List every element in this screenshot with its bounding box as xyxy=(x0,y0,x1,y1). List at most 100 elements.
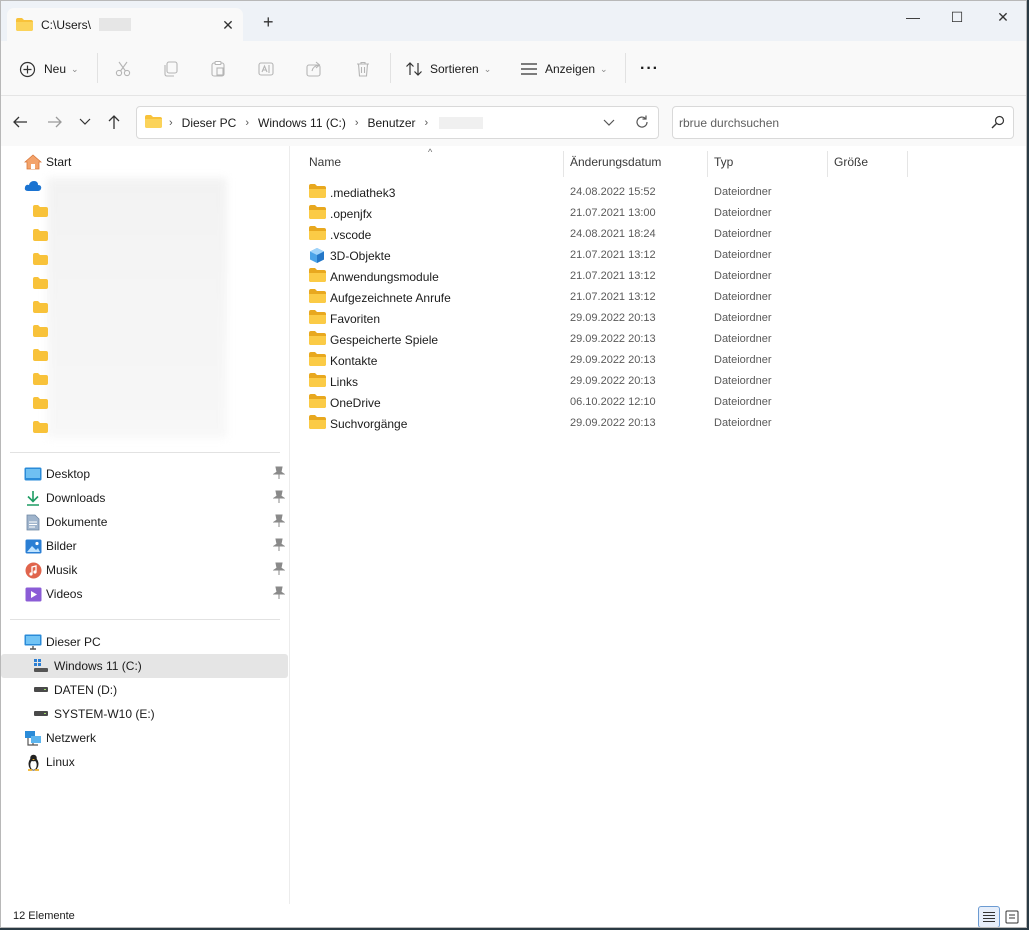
search-input[interactable]: rbrue durchsuchen xyxy=(672,106,1014,139)
up-button[interactable] xyxy=(104,112,124,132)
sidebar-item-pictures[interactable]: Bilder xyxy=(1,534,288,558)
sidebar-item-music[interactable]: Musik xyxy=(1,558,288,582)
column-divider[interactable] xyxy=(707,151,708,177)
sidebar-item-desktop[interactable]: Desktop xyxy=(1,462,288,486)
file-name: 3D-Objekte xyxy=(330,249,391,263)
table-row[interactable]: OneDrive 06.10.2022 12:10 Dateiordner xyxy=(303,392,903,413)
sidebar-item-network[interactable]: Netzwerk xyxy=(1,726,288,750)
close-window-button[interactable]: ✕ xyxy=(992,8,1014,26)
delete-icon[interactable] xyxy=(352,58,374,80)
chevron-right-icon: › xyxy=(354,117,359,129)
file-type: Dateiordner xyxy=(714,354,772,366)
table-row[interactable]: .openjfx 21.07.2021 13:00 Dateiordner xyxy=(303,203,903,224)
refresh-button[interactable] xyxy=(634,114,650,133)
sidebar-item-drive-e[interactable]: SYSTEM-W10 (E:) xyxy=(1,702,288,726)
table-row[interactable]: Anwendungsmodule 21.07.2021 13:12 Dateiord… xyxy=(303,266,903,287)
file-type: Dateiordner xyxy=(714,186,772,198)
maximize-button[interactable]: ☐ xyxy=(946,8,968,26)
address-bar[interactable]: › Dieser PC › Windows 11 (C:) › Benutzer… xyxy=(136,106,659,139)
table-row[interactable]: Links 29.09.2022 20:13 Dateiordner xyxy=(303,371,903,392)
file-type: Dateiordner xyxy=(714,312,772,324)
new-tab-button[interactable]: + xyxy=(263,13,274,31)
table-row[interactable]: Suchvorgänge 29.09.2022 20:13 Dateiordner xyxy=(303,413,903,434)
pin-icon[interactable] xyxy=(272,466,286,483)
sidebar-item-linux[interactable]: Linux xyxy=(1,750,288,774)
details-view-button[interactable] xyxy=(978,906,1000,927)
breadcrumb-users[interactable]: Benutzer xyxy=(368,116,416,130)
back-button[interactable] xyxy=(10,112,30,132)
column-divider[interactable] xyxy=(827,151,828,177)
pin-icon[interactable] xyxy=(272,538,286,555)
tab-close-button[interactable]: ✕ xyxy=(219,16,237,34)
table-row[interactable]: 3D-Objekte 21.07.2021 13:12 Dateiordner xyxy=(303,245,903,266)
column-divider[interactable] xyxy=(563,151,564,177)
pin-icon[interactable] xyxy=(272,490,286,507)
folder-icon xyxy=(309,373,326,390)
column-header-date[interactable]: Änderungsdatum xyxy=(570,155,661,175)
cut-icon[interactable] xyxy=(112,58,134,80)
folder-icon xyxy=(309,310,326,327)
folder-icon xyxy=(33,421,48,433)
view-button-label: Anzeigen xyxy=(545,62,596,76)
breadcrumb-windows-c[interactable]: Windows 11 (C:) xyxy=(258,116,346,130)
forward-button[interactable] xyxy=(45,112,65,132)
sidebar-item-home[interactable]: Start xyxy=(1,150,288,174)
more-options-button[interactable]: ··· xyxy=(640,58,659,80)
table-row[interactable]: Aufgezeichnete Anrufe 21.07.2021 13:12 Dat… xyxy=(303,287,903,308)
file-type: Dateiordner xyxy=(714,291,772,303)
address-history-button[interactable] xyxy=(603,116,615,131)
pin-icon[interactable] xyxy=(272,586,286,603)
column-header-type[interactable]: Typ xyxy=(714,155,733,175)
copy-icon[interactable] xyxy=(160,58,182,80)
chevron-down-icon xyxy=(603,119,615,126)
file-name: Favoriten xyxy=(330,312,381,326)
sidebar-item-drive-c[interactable]: Windows 11 (C:) xyxy=(1,654,288,678)
status-bar: 12 Elemente xyxy=(1,904,1026,927)
view-button[interactable]: Anzeigen ⌄ xyxy=(520,58,608,80)
chevron-down-icon: ⌄ xyxy=(71,63,79,74)
refresh-icon xyxy=(636,115,648,128)
minimize-button[interactable]: — xyxy=(902,8,924,26)
pin-icon[interactable] xyxy=(272,514,286,531)
table-row[interactable]: Favoriten 29.09.2022 20:13 Dateiordner xyxy=(303,308,903,329)
search-placeholder: rbrue durchsuchen xyxy=(679,116,780,130)
new-button[interactable]: Neu ⌄ xyxy=(19,58,79,80)
share-icon[interactable] xyxy=(303,58,325,80)
table-row[interactable]: Gespeicherte Spiele 29.09.2022 20:13 Datei… xyxy=(303,329,903,350)
pin-icon[interactable] xyxy=(272,562,286,579)
table-row[interactable]: .mediathek3 24.08.2022 15:52 Dateiordner xyxy=(303,182,903,203)
arrow-left-icon xyxy=(13,116,27,128)
file-date: 21.07.2021 13:12 xyxy=(570,249,656,261)
folder-icon xyxy=(309,415,326,432)
breadcrumb-this-pc[interactable]: Dieser PC xyxy=(182,116,237,130)
sidebar-item-downloads[interactable]: Downloads xyxy=(1,486,288,510)
view-lines-icon xyxy=(520,62,538,76)
sidebar-item-label: Start xyxy=(46,155,72,169)
sort-button[interactable]: Sortieren ⌄ xyxy=(405,58,491,80)
column-divider[interactable] xyxy=(907,151,908,177)
table-row[interactable]: Kontakte 29.09.2022 20:13 Dateiordner xyxy=(303,350,903,371)
rename-icon[interactable] xyxy=(255,58,277,80)
sort-ascending-icon: ^ xyxy=(428,147,433,157)
videos-icon xyxy=(24,585,42,603)
column-header-name[interactable]: Name xyxy=(309,155,341,175)
column-header-size[interactable]: Größe xyxy=(834,155,868,175)
large-icons-view-button[interactable] xyxy=(1001,906,1023,927)
arrow-up-icon xyxy=(108,115,120,129)
sidebar-item-documents[interactable]: Dokumente xyxy=(1,510,288,534)
table-row[interactable]: .vscode 24.08.2021 18:24 Dateiordner xyxy=(303,224,903,245)
file-type: Dateiordner xyxy=(714,417,772,429)
sidebar-item-drive-d[interactable]: DATEN (D:) xyxy=(1,678,288,702)
windows-drive-icon xyxy=(32,657,50,675)
plus-circle-icon xyxy=(19,61,36,78)
tab-current[interactable]: C:\Users\ ✕ xyxy=(7,8,243,41)
navigation-pane: Start Desktop Downloads Dokumente Bilder… xyxy=(1,146,290,904)
sidebar-item-videos[interactable]: Videos xyxy=(1,582,288,606)
paste-icon[interactable] xyxy=(207,58,229,80)
search-icon[interactable] xyxy=(991,115,1005,132)
file-date: 06.10.2022 12:10 xyxy=(570,396,656,408)
sidebar-item-this-pc[interactable]: Dieser PC xyxy=(1,630,288,654)
file-type: Dateiordner xyxy=(714,228,772,240)
file-date: 21.07.2021 13:00 xyxy=(570,207,656,219)
recent-locations-button[interactable] xyxy=(75,112,95,132)
